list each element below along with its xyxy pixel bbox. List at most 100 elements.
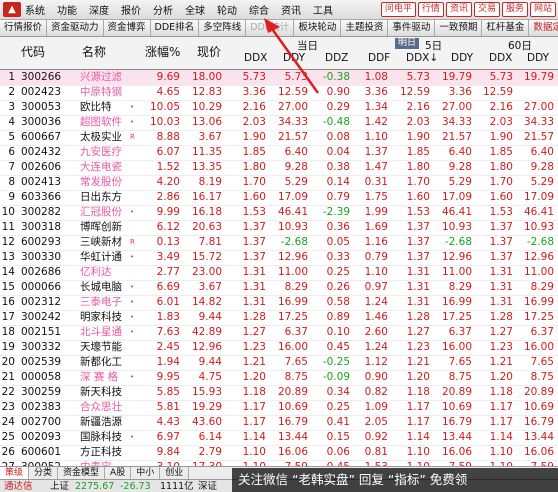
tab-event[interactable]: 事件驱动 <box>388 20 436 36</box>
cell-px: 6.14 <box>198 431 222 443</box>
table-row[interactable]: 17 300242 明家科技 1.83 9.44 • 1.28 17.25 0.89 1.46 1.… <box>0 310 558 326</box>
header-price[interactable]: 现价 <box>197 43 221 60</box>
table-row[interactable]: 7 002606 大连电瓷 1.52 13.35 1.80 9.28 0.38 1.47 1.80… <box>0 160 558 176</box>
bottom-tab-4[interactable]: 中小 <box>131 467 161 479</box>
top-btn-5[interactable]: 网站 <box>529 2 556 17</box>
status-index-change: -26.73 <box>120 481 151 492</box>
tab-leverage[interactable]: 杠杆基金 <box>482 20 530 36</box>
tab-long-short[interactable]: 多空阵线 <box>199 20 247 36</box>
top-btn-3[interactable]: 交易 <box>473 2 500 17</box>
header-tag-today[interactable]: 明日 <box>395 38 420 49</box>
tab-theme[interactable]: 主题投资 <box>341 20 389 36</box>
header-ddy-5d[interactable]: DDY <box>451 52 473 64</box>
menu-depth[interactable]: 深度 <box>89 2 109 17</box>
header-ddz[interactable]: DDZ <box>325 52 348 64</box>
header-ddx[interactable]: DDX <box>244 52 267 64</box>
tab-dde-rank[interactable]: DDE排名 <box>150 20 200 36</box>
table-row[interactable]: 24 002700 新疆浩源 4.43 43.60 1.17 16.79 0.41 2.05 1.… <box>0 415 558 431</box>
table-row[interactable]: 8 002413 常发股份 4.20 8.19 1.70 5.29 0.14 0.31 1.70 5… <box>0 175 558 191</box>
cell-dde-5: 7.65 <box>448 356 472 368</box>
menu-global[interactable]: 全球 <box>185 2 205 17</box>
cell-chg: 4.43 <box>156 416 180 428</box>
bottom-tab-5[interactable]: 创业 <box>160 467 190 479</box>
tab-custom[interactable]: 数据定制 <box>529 20 558 36</box>
cell-dde-5: 13.44 <box>441 431 472 443</box>
menu-function[interactable]: 功能 <box>57 2 77 17</box>
tab-ddf-stats[interactable]: DDF统计 <box>246 20 295 36</box>
header-change[interactable]: 涨幅% <box>145 43 180 60</box>
cell-name: 兴源过滤 <box>80 71 122 83</box>
cell-dde-2: 0.89 <box>326 311 350 323</box>
tab-fund-drive[interactable]: 资金驱动力 <box>47 20 104 36</box>
table-row[interactable]: 3 300053 欧比特 10.05 10.29 • 2.16 27.00 0.29 1.34 2.… <box>0 100 558 116</box>
table-row[interactable]: 18 002151 北斗星通 7.63 42.89 • 1.27 6.37 0.10 2.60 1.… <box>0 325 558 341</box>
cell-dde-3: 1.12 <box>364 356 388 368</box>
header-code[interactable]: 代码 <box>21 43 45 60</box>
cell-dde-1: 17.25 <box>277 311 308 323</box>
bottom-tab-0[interactable]: 策级 <box>0 467 30 479</box>
header-ddx-60d[interactable]: DDX <box>489 52 512 64</box>
menu-rotation[interactable]: 轮动 <box>217 2 237 17</box>
cell-dde-4: 1.14 <box>406 431 430 443</box>
header-ddx-5d[interactable]: DDX↓ <box>406 52 438 64</box>
cell-dde-6: 1.21 <box>489 356 513 368</box>
tab-fund-game[interactable]: 资金博弈 <box>103 20 151 36</box>
cell-dde-5: 16.99 <box>441 296 472 308</box>
top-btn-1[interactable]: 行情 <box>417 2 444 17</box>
cell-dde-7: 12.96 <box>523 251 554 263</box>
table-row[interactable]: 20 002539 新都化工 1.94 9.44 1.21 7.65 -0.25 1.12 1.2… <box>0 355 558 371</box>
table-row[interactable]: 9 603366 日出东方 2.86 16.17 1.60 17.09 0.79 1.75 1.6… <box>0 190 558 206</box>
top-btn-2[interactable]: 资讯 <box>445 2 472 17</box>
cell-dde-4: 1.18 <box>406 386 430 398</box>
cell-dde-5: 19.79 <box>441 71 472 83</box>
top-btn-0[interactable]: 问电平 <box>380 2 416 17</box>
table-row[interactable]: 2 002423 中原特钢 4.65 12.83 3.36 12.59 0.90 3.36 12.… <box>0 85 558 101</box>
table-row[interactable]: 4 300036 超图软件 10.03 13.06 • 2.03 34.33 -0.48 1.42… <box>0 115 558 131</box>
tab-quotes[interactable]: 行情报价 <box>0 20 48 36</box>
header-ddf[interactable]: DDF <box>368 52 390 64</box>
bottom-tab-3[interactable]: A股 <box>105 467 132 479</box>
table-row[interactable]: 21 000058 深 赛 格 9.95 4.75 • 1.20 8.75 -0.09 0.90 1… <box>0 370 558 386</box>
table-row[interactable]: 6 002432 九安医疗 6.07 11.35 1.85 6.40 0.04 1.37 1.85… <box>0 145 558 161</box>
cell-dde-0: 1.60 <box>242 191 266 203</box>
cell-dde-7: 16.99 <box>523 296 554 308</box>
table-row[interactable]: 12 600293 三峡新材 0.13 7.81 R 1.37 -2.68 0.05 1.16 1.… <box>0 235 558 251</box>
tab-sector-rotation[interactable]: 板块轮动 <box>294 20 342 36</box>
table-row[interactable]: 26 600601 方正科技 9.84 2.79 1.10 16.06 0.06 0.81 1.1… <box>0 445 558 461</box>
header-group-today: 当日 <box>297 40 318 52</box>
menu-system[interactable]: 系统 <box>25 2 45 17</box>
cell-dde-0: 1.37 <box>242 221 266 233</box>
tab-consensus[interactable]: 一致预期 <box>435 20 483 36</box>
menu-tools[interactable]: 工具 <box>313 2 333 17</box>
cell-chg: 5.85 <box>156 386 180 398</box>
cell-dde-7: 16.06 <box>523 446 554 458</box>
table-row[interactable]: 19 300332 天壕节能 2.45 12.96 1.23 16.00 0.45 1.24 1.… <box>0 340 558 356</box>
cell-dde-3: 1.09 <box>364 401 388 413</box>
table-row[interactable]: 22 300259 新天科技 5.85 15.93 1.18 20.89 0.34 0.82 1.… <box>0 385 558 401</box>
menu-quote[interactable]: 报价 <box>121 2 141 17</box>
table-row[interactable]: 10 300282 汇冠股份 9.99 16.18 • 1.53 46.41 -2.39 1.99… <box>0 205 558 221</box>
header-ddy-60d[interactable]: DDY <box>527 52 549 64</box>
menu-info[interactable]: 资讯 <box>281 2 301 17</box>
table-row[interactable]: 5 600667 太极实业 8.88 3.67 R 1.90 21.57 0.08 1.10 1.9… <box>0 130 558 146</box>
cell-no: 3 <box>8 101 15 113</box>
table-row[interactable]: 14 002686 亿利达 2.77 23.00 1.31 11.00 0.25 1.10 1.3… <box>0 265 558 281</box>
cell-code: 002413 <box>21 176 62 188</box>
table-row[interactable]: 16 002312 三泰电子 6.01 14.82 • 1.31 16.99 0.58 1.24 1… <box>0 295 558 311</box>
cell-dde-1: 16.06 <box>277 446 308 458</box>
bottom-tab-1[interactable]: 分类 <box>29 467 59 479</box>
header-ddy[interactable]: DDY <box>283 52 305 64</box>
table-row[interactable]: 15 000066 长城电脑 6.69 3.67 • 1.31 8.29 0.26 0.97 1.3… <box>0 280 558 296</box>
top-btn-4[interactable]: 服务 <box>501 2 528 17</box>
bottom-tab-2[interactable]: 资金模型 <box>58 467 106 479</box>
table-row[interactable]: 13 300330 华虹计通 3.49 15.72 • 1.37 12.96 0.33 0.79 1… <box>0 250 558 266</box>
table-row[interactable]: 1 300266 兴源过滤 9.69 18.00 5.73 5.73 -0.38 1.08 5.7… <box>0 70 558 86</box>
menu-analysis[interactable]: 分析 <box>153 2 173 17</box>
cell-no: 20 <box>1 356 15 368</box>
menu-composite[interactable]: 综合 <box>249 2 269 17</box>
header-name[interactable]: 名称 <box>82 43 106 60</box>
table-row[interactable]: 25 002093 国脉科技 6.97 6.14 • 1.14 13.44 0.15 0.92 1.… <box>0 430 558 446</box>
cell-dde-7: -2.68 <box>526 236 554 248</box>
table-row[interactable]: 11 300318 博晖创新 6.12 20.63 1.37 10.93 0.36 1.69 1.… <box>0 220 558 236</box>
table-row[interactable]: 23 002383 合众思壮 5.81 19.29 1.17 10.69 0.25 1.09 1.… <box>0 400 558 416</box>
